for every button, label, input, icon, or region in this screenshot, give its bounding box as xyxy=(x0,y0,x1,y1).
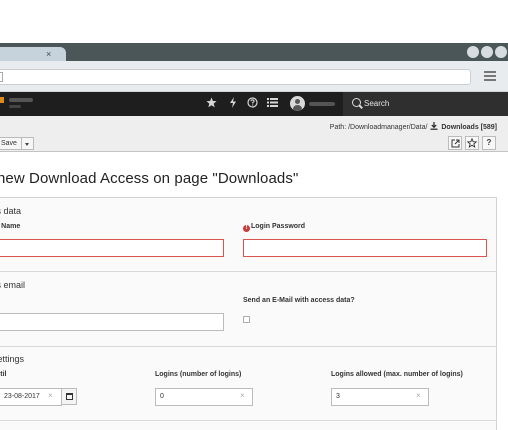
browser-titlebar: × xyxy=(0,43,508,61)
docheader: Path: /Downloadmanager/Data/ Downloads [… xyxy=(0,116,508,152)
page-title: te new Download Access on page "Download… xyxy=(0,170,299,187)
section-divider xyxy=(0,420,497,421)
list-icon[interactable] xyxy=(267,97,278,111)
save-button[interactable]: Save xyxy=(0,137,22,150)
username[interactable] xyxy=(309,102,335,106)
download-icon xyxy=(430,122,438,130)
clear-logins-icon[interactable]: × xyxy=(240,391,245,401)
help-button[interactable]: ? xyxy=(482,136,496,150)
until-label: ntil xyxy=(0,371,7,378)
logins-allowed-label: Logins allowed (max. number of logins) xyxy=(331,371,463,378)
open-new-window-icon[interactable] xyxy=(448,136,462,150)
window-minimize-button[interactable] xyxy=(467,46,479,58)
until-date-value: 23-08-2017 xyxy=(4,393,40,400)
help-icon[interactable] xyxy=(247,97,258,111)
logins-allowed-value: 3 xyxy=(336,393,340,400)
tab-close-icon[interactable]: × xyxy=(46,48,51,60)
window-close-button[interactable] xyxy=(495,46,507,58)
section-legend-access-data: ss data xyxy=(0,206,22,216)
email-input[interactable] xyxy=(0,313,224,331)
address-bar[interactable] xyxy=(0,69,471,85)
calendar-icon xyxy=(66,393,73,400)
search-label: Search xyxy=(364,99,390,108)
breadcrumb-current[interactable]: Downloads [589] xyxy=(441,124,497,131)
save-options-chevron-down-icon[interactable] xyxy=(21,137,34,150)
section-divider xyxy=(0,346,497,347)
calendar-button[interactable] xyxy=(61,388,77,405)
clear-date-icon[interactable]: × xyxy=(48,391,53,401)
logins-allowed-input[interactable]: 3 xyxy=(331,388,429,406)
required-icon: ! xyxy=(243,225,250,232)
login-name-label: in Name xyxy=(0,223,21,230)
section-legend-settings: settings xyxy=(0,354,25,364)
browser-toolbar xyxy=(0,61,508,92)
page-icon xyxy=(0,72,3,82)
section-legend-access-email: ss email xyxy=(0,280,26,290)
search-box[interactable]: Search xyxy=(343,92,508,116)
search-icon xyxy=(352,98,361,107)
user-avatar[interactable] xyxy=(290,96,305,111)
app-topbar: Search xyxy=(0,92,508,116)
clear-logins-allowed-icon[interactable]: × xyxy=(416,391,421,401)
login-password-label-wrap: ! Login Password xyxy=(243,222,305,232)
breadcrumb: Path: /Downloadmanager/Data/ Downloads [… xyxy=(330,122,497,133)
login-password-input[interactable] xyxy=(243,239,487,257)
login-name-input[interactable] xyxy=(0,239,224,257)
bookmark-star-icon[interactable] xyxy=(465,136,479,150)
help-icon: ? xyxy=(486,138,492,147)
save-split-button: Save xyxy=(0,137,34,150)
browser-menu-icon[interactable] xyxy=(484,71,496,83)
window-maximize-button[interactable] xyxy=(481,46,493,58)
send-email-checkbox[interactable] xyxy=(243,316,250,323)
browser-tab[interactable]: × xyxy=(0,47,66,61)
send-email-label: Send an E-Mail with access data? xyxy=(243,297,355,304)
lightning-icon[interactable] xyxy=(228,97,237,111)
breadcrumb-path[interactable]: Path: /Downloadmanager/Data/ xyxy=(330,124,428,131)
star-icon[interactable] xyxy=(205,97,217,111)
section-divider xyxy=(0,271,497,272)
login-password-label: Login Password xyxy=(251,223,306,230)
logins-label: Logins (number of logins) xyxy=(155,371,242,378)
logins-value: 0 xyxy=(160,393,164,400)
app-logo[interactable] xyxy=(0,97,40,109)
logins-input[interactable]: 0 xyxy=(155,388,253,406)
